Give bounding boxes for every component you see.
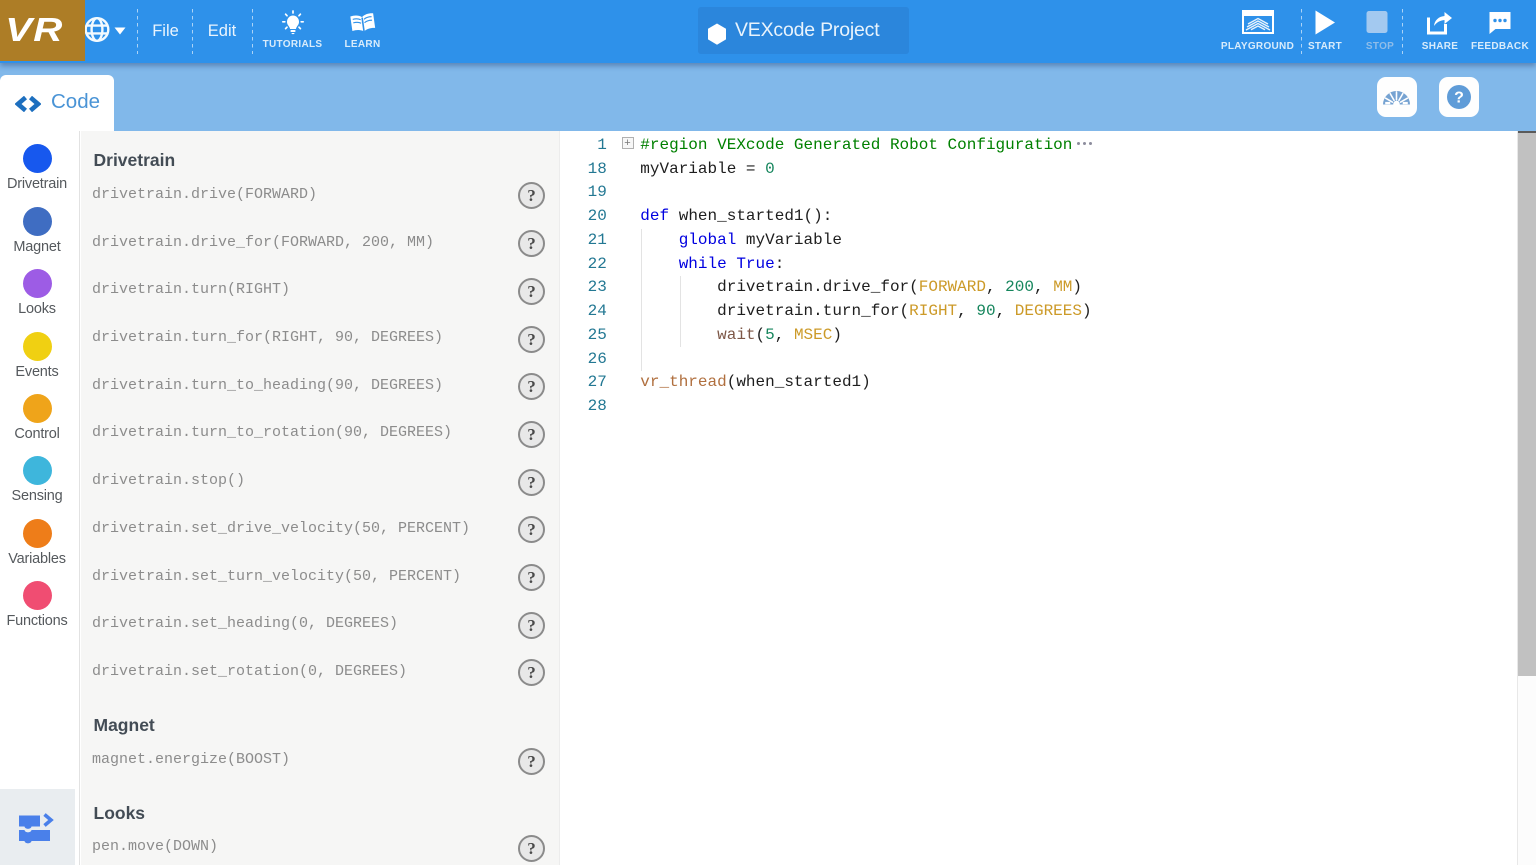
svg-text:?: ?: [1454, 90, 1464, 107]
